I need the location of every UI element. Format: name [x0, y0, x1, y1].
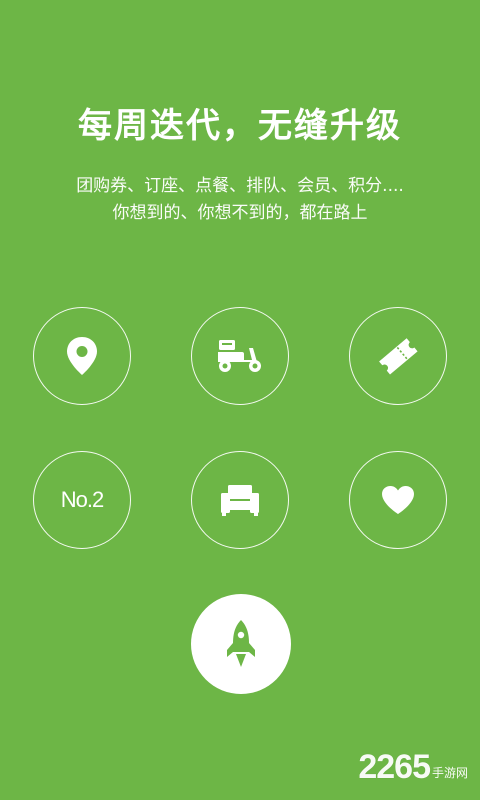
subtitle-line-1: 团购券、订座、点餐、排队、会员、积分.... — [76, 176, 404, 196]
heart-icon — [382, 486, 414, 514]
feature-seat-button[interactable] — [191, 451, 289, 549]
page-headline: 每周迭代，无缝升级 — [78, 106, 402, 146]
queue-number-label: No.2 — [60, 487, 104, 512]
feature-queue-button[interactable]: No.2 — [33, 451, 131, 549]
start-rocket-button[interactable] — [191, 594, 291, 694]
delivery-scooter-icon — [218, 340, 261, 372]
watermark-text: 手游网 — [431, 766, 468, 780]
ticket-icon — [379, 338, 418, 375]
subtitle-line-2: 你想到的、你想不到的，都在路上 — [112, 203, 368, 223]
feature-delivery-button[interactable] — [191, 307, 289, 405]
watermark-number: 2265 — [358, 748, 431, 786]
feature-location-button[interactable] — [33, 307, 131, 405]
onboarding-screen: 每周迭代，无缝升级 团购券、订座、点餐、排队、会员、积分.... 你想到的、你想… — [0, 0, 480, 800]
feature-favorite-button[interactable] — [349, 451, 447, 549]
rocket-icon — [227, 620, 255, 667]
feature-ticket-button[interactable] — [349, 307, 447, 405]
location-pin-icon — [67, 337, 97, 375]
sofa-seat-icon — [221, 485, 259, 516]
site-watermark: 2265 手游网 — [358, 750, 468, 784]
